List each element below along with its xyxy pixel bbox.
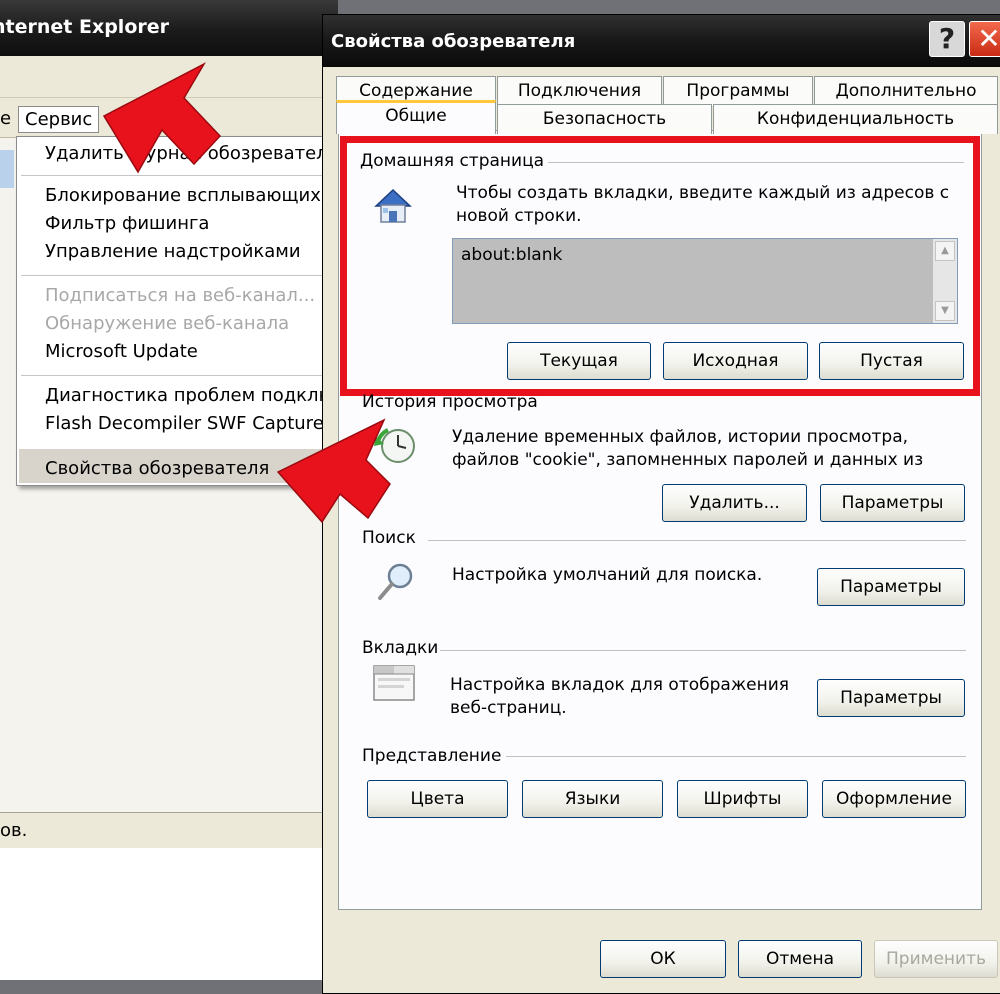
red-arrow-menu-icon xyxy=(102,62,222,174)
fonts-button[interactable]: Шрифты xyxy=(677,780,808,818)
tab-connections[interactable]: Подключения xyxy=(497,76,662,106)
menu-item-internet-options[interactable]: Свойства обозревателя xyxy=(45,458,269,479)
menu-item-subscribe-feed: Подписаться на веб-канал... xyxy=(45,285,316,306)
search-label: Поиск xyxy=(362,528,416,548)
tabs-label: Вкладки xyxy=(362,638,439,658)
tab-general[interactable]: Общие xyxy=(336,100,496,134)
tab-programs[interactable]: Программы xyxy=(663,76,813,106)
dialog-title-bar: Свойства обозревателя xyxy=(323,15,1000,67)
menu-item-popup-blocker[interactable]: Блокирование всплывающих окон xyxy=(45,185,337,206)
delete-history-button[interactable]: Удалить... xyxy=(662,484,807,522)
menu-item-feed-discovery: Обнаружение веб-канала xyxy=(45,313,290,334)
appearance-label: Представление xyxy=(362,746,502,766)
accessibility-button[interactable]: Оформление xyxy=(822,780,966,818)
apply-button: Применить xyxy=(874,940,998,978)
ie-below-area xyxy=(0,848,338,980)
search-description: Настройка умолчаний для поиска. xyxy=(452,565,763,585)
tabs-description: Настройка вкладок для отображения веб-ст… xyxy=(450,674,789,720)
tabs-window-icon xyxy=(373,665,415,701)
history-desc-line1: Удаление временных файлов, истории просм… xyxy=(452,427,909,447)
search-settings-button[interactable]: Параметры xyxy=(817,568,965,606)
ie-status-bar: ов. xyxy=(0,812,338,848)
close-button[interactable]: ✕ xyxy=(969,21,1000,57)
tabs-desc-line2: веб-страниц. xyxy=(450,698,567,718)
menu-separator xyxy=(21,275,337,276)
dialog-title: Свойства обозревателя xyxy=(331,31,576,52)
ie-title: nternet Explorer xyxy=(0,16,170,38)
languages-button[interactable]: Языки xyxy=(522,780,663,818)
menu-item-diagnose-connection[interactable]: Диагностика проблем подключения xyxy=(45,385,337,406)
history-settings-button[interactable]: Параметры xyxy=(820,484,965,522)
cancel-button[interactable]: Отмена xyxy=(738,940,862,978)
ie-selection-strip xyxy=(0,150,14,188)
highlight-box xyxy=(340,136,980,396)
menu-separator xyxy=(21,375,337,376)
menu-item-microsoft-update[interactable]: Microsoft Update xyxy=(45,341,198,362)
history-description: Удаление временных файлов, истории просм… xyxy=(452,426,923,472)
tab-advanced[interactable]: Дополнительно xyxy=(814,76,998,106)
history-label: История просмотра xyxy=(362,392,538,412)
tab-security[interactable]: Безопасность xyxy=(497,104,712,134)
red-arrow-options-icon xyxy=(276,418,391,524)
menu-item-phishing-filter[interactable]: Фильтр фишинга xyxy=(45,213,209,234)
search-magnifier-icon xyxy=(378,563,413,600)
status-text: ов. xyxy=(0,820,28,841)
tabs-desc-line1: Настройка вкладок для отображения xyxy=(450,675,789,695)
tabs-settings-button[interactable]: Параметры xyxy=(817,679,965,717)
section-divider xyxy=(428,540,966,541)
tab-privacy[interactable]: Конфиденциальность xyxy=(713,104,998,134)
ie-title-bar: nternet Explorer xyxy=(0,0,338,56)
menu-item-partial[interactable]: е xyxy=(0,106,17,131)
section-divider xyxy=(440,650,966,651)
menu-item-manage-addons[interactable]: Управление надстройками xyxy=(45,241,301,262)
menu-item-service[interactable]: Сервис xyxy=(18,106,100,133)
history-desc-line2: файлов "cookie", запомненных паролей и д… xyxy=(452,450,924,470)
colors-button[interactable]: Цвета xyxy=(367,780,508,818)
section-divider xyxy=(506,756,966,757)
ok-button[interactable]: ОК xyxy=(600,940,726,978)
help-button[interactable]: ? xyxy=(929,21,965,57)
